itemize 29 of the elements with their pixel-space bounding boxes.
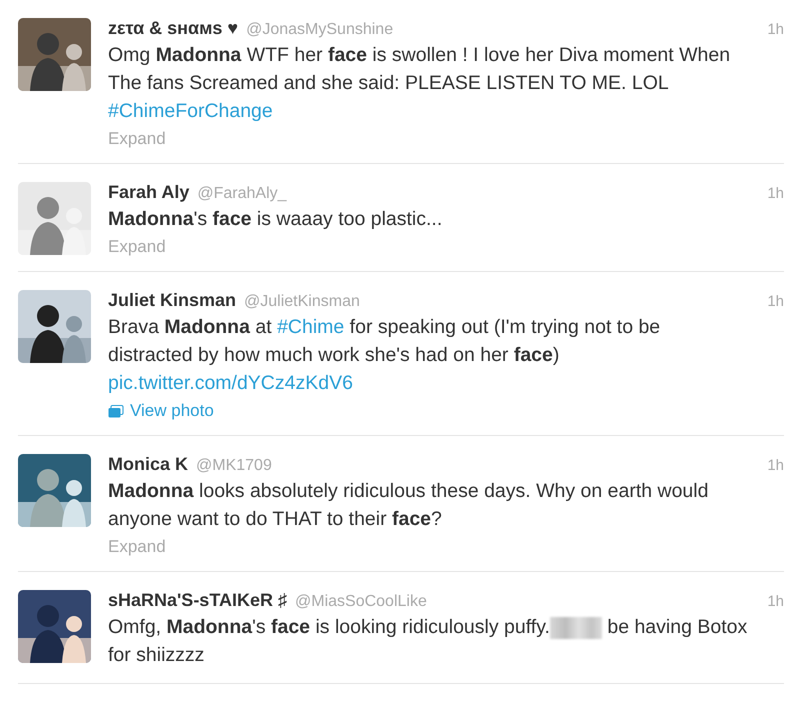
- blurred-word: [550, 616, 602, 639]
- tweet-link[interactable]: #ChimeForChange: [108, 100, 273, 122]
- expand-link[interactable]: Expand: [108, 237, 166, 257]
- tweet-time[interactable]: 1h: [767, 21, 784, 38]
- tweet-text: Madonna looks absolutely ridiculous these days. Why on earth would anyone want to do THAT to their face?: [108, 479, 710, 532]
- tweet-time[interactable]: 1h: [767, 457, 784, 474]
- view-photo-link[interactable]: View photo: [108, 401, 214, 421]
- tweet-time[interactable]: 1h: [767, 293, 784, 310]
- user-name[interactable]: zετα & sнαмs ♥: [108, 18, 238, 39]
- expand-link[interactable]: Expand: [108, 129, 166, 149]
- expand-link[interactable]: Expand: [108, 537, 166, 557]
- tweet-text: Brava Madonna at #Chime for speaking out (I'm trying not to be distracted by how much work she's had on her face) pic.twitter.com/dYCz4zKdV6: [108, 315, 662, 396]
- photo-icon: [108, 404, 124, 418]
- tweet-text: Omfg, Madonna's face is looking ridiculously puffy. be having Botox for shiizzzz: [108, 615, 748, 668]
- tweet-time[interactable]: 1h: [767, 593, 784, 610]
- user-name[interactable]: Farah Aly: [108, 182, 190, 203]
- user-handle[interactable]: @MiasSoCoolLike: [295, 593, 427, 611]
- user-name[interactable]: Monica K: [108, 454, 188, 475]
- user-name[interactable]: Juliet Kinsman: [108, 290, 236, 311]
- user-handle[interactable]: @MK1709: [196, 457, 272, 475]
- tweet-time[interactable]: 1h: [767, 185, 784, 202]
- tweet-link[interactable]: #Chime: [277, 316, 344, 338]
- tweet-link[interactable]: pic.twitter.com/dYCz4zKdV6: [108, 372, 353, 394]
- user-handle[interactable]: @FarahAly_: [197, 185, 287, 203]
- tweet-text: Omg Madonna WTF her face is swollen ! I love her Diva moment When The fans Screamed and she said: PLEASE LISTEN TO ME. LOL #ChimeForChange: [108, 43, 732, 124]
- tweet-text: Madonna's face is waaay too plastic...: [108, 207, 444, 232]
- user-handle[interactable]: @JulietKinsman: [244, 293, 360, 311]
- user-handle[interactable]: @JonasMySunshine: [246, 21, 394, 39]
- user-name[interactable]: sHaRNa'S-sTAIKeR ♯: [108, 590, 287, 611]
